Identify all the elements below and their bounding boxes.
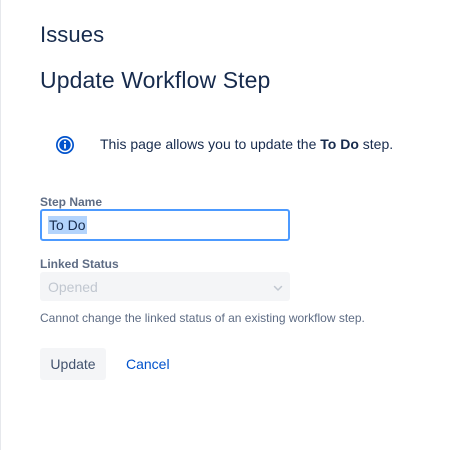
cancel-button[interactable]: Cancel xyxy=(118,348,178,380)
linked-status-label: Linked Status xyxy=(40,257,119,271)
info-text: This page allows you to update the To Do… xyxy=(100,136,393,152)
linked-status-helper-text: Cannot change the linked status of an ex… xyxy=(40,311,365,325)
info-step-name: To Do xyxy=(320,136,359,152)
chevron-down-icon xyxy=(272,281,284,293)
page: Issues Update Workflow Step This page al… xyxy=(0,0,467,450)
left-divider xyxy=(0,0,1,450)
info-text-suffix: step. xyxy=(358,136,394,152)
step-name-label: Step Name xyxy=(40,195,103,209)
section-title: Issues xyxy=(40,22,105,47)
page-title: Update Workflow Step xyxy=(40,67,271,93)
info-icon xyxy=(55,135,75,155)
step-name-input[interactable]: To Do xyxy=(40,209,290,241)
info-text-prefix: This page allows you to update the xyxy=(100,136,321,152)
step-name-value[interactable]: To Do xyxy=(48,216,87,234)
info-message: This page allows you to update the To Do… xyxy=(40,122,420,168)
update-button[interactable]: Update xyxy=(40,348,106,380)
linked-status-value: Opened xyxy=(48,278,98,295)
linked-status-select: Opened xyxy=(40,272,290,301)
